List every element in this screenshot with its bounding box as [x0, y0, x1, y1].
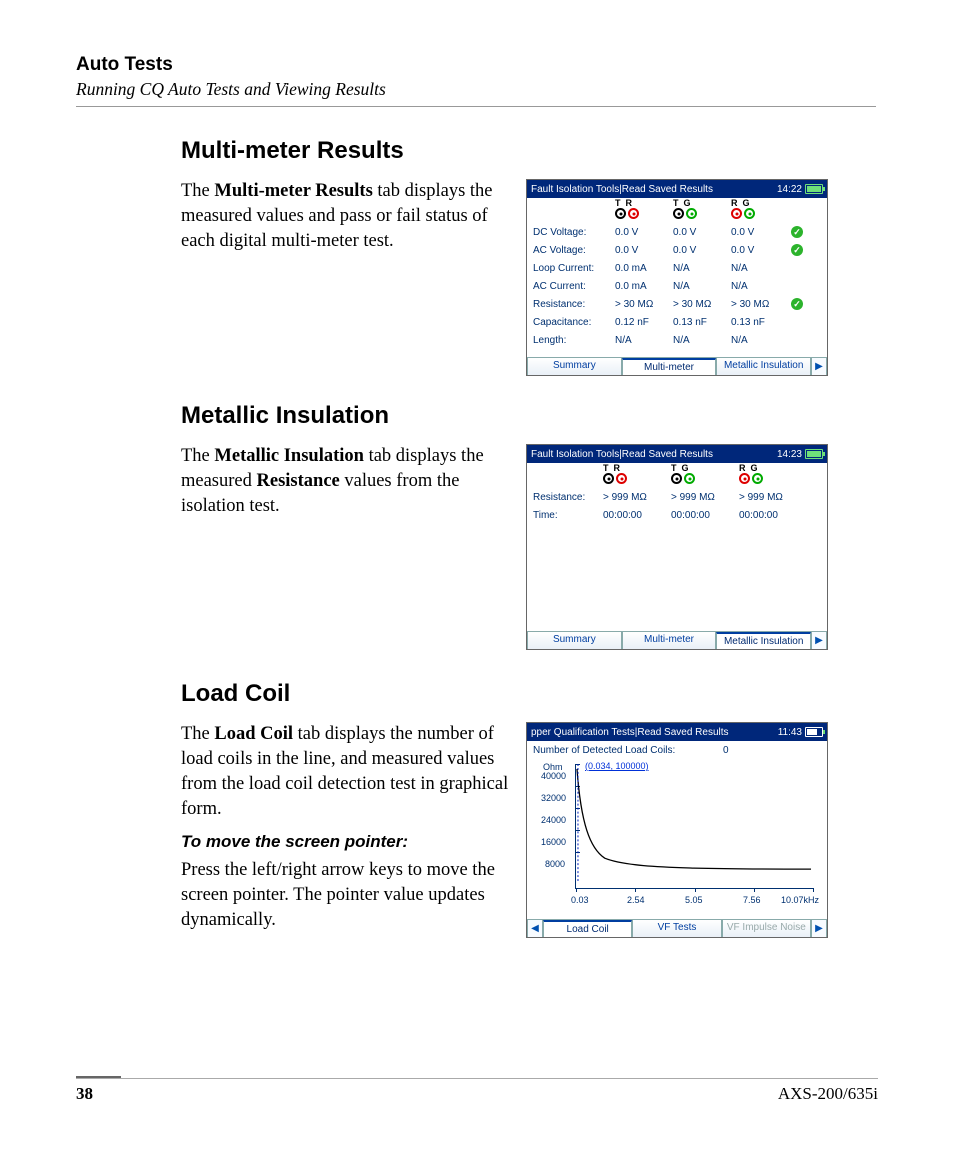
- metallic-screenshot: Fault Isolation Tools|Read Saved Results…: [526, 444, 828, 650]
- device-time: 11:43: [778, 727, 802, 738]
- battery-icon: [805, 449, 823, 459]
- battery-icon: [805, 184, 823, 194]
- tab-next-icon[interactable]: ▶: [811, 358, 827, 375]
- tip-ring-icon: [603, 473, 671, 484]
- tab-summary[interactable]: Summary: [527, 358, 622, 375]
- tab-prev-icon[interactable]: ◀: [527, 920, 543, 937]
- tab-vf-impulse-noise[interactable]: VF Impulse Noise: [722, 920, 811, 937]
- model-number: AXS-200/635i: [778, 1084, 878, 1104]
- tab-load-coil[interactable]: Load Coil: [543, 920, 632, 937]
- tab-summary[interactable]: Summary: [527, 632, 622, 649]
- pass-icon: ✓: [791, 244, 803, 256]
- loadcoil-subhead: To move the screen pointer:: [181, 832, 521, 852]
- tip-ground-icon: [671, 473, 739, 484]
- section-title-multimeter: Multi-meter Results: [181, 137, 881, 165]
- multimeter-paragraph: The Multi-meter Results tab displays the…: [181, 179, 511, 254]
- tab-next-icon[interactable]: ▶: [811, 632, 827, 649]
- coils-value: 0: [723, 745, 729, 756]
- results-table: DC Voltage:0.0 V0.0 V0.0 V✓ AC Voltage:0…: [533, 223, 821, 349]
- battery-icon: [805, 727, 823, 737]
- ring-ground-icon: [739, 473, 807, 484]
- loadcoil-chart: Ohm 40000 32000 24000 16000 8000: [535, 759, 819, 909]
- subchapter-title: Running CQ Auto Tests and Viewing Result…: [76, 79, 876, 100]
- metallic-paragraph: The Metallic Insulation tab displays the…: [181, 444, 511, 519]
- page-number: 38: [76, 1084, 93, 1104]
- tab-multimeter[interactable]: Multi-meter: [622, 632, 717, 649]
- pass-icon: ✓: [791, 298, 803, 310]
- ring-ground-icon: [731, 208, 789, 219]
- loadcoil-paragraph-2: Press the left/right arrow keys to move …: [181, 858, 511, 933]
- device-time: 14:22: [777, 184, 802, 195]
- device-title: Fault Isolation Tools|Read Saved Results: [531, 184, 777, 195]
- chart-curve: [575, 764, 813, 883]
- device-time: 14:23: [777, 449, 802, 460]
- tab-metallic-insulation[interactable]: Metallic Insulation: [716, 358, 811, 375]
- loadcoil-paragraph: The Load Coil tab displays the number of…: [181, 722, 511, 822]
- chapter-title: Auto Tests: [76, 54, 876, 76]
- tab-metallic-insulation[interactable]: Metallic Insulation: [716, 632, 811, 649]
- device-title: Fault Isolation Tools|Read Saved Results: [531, 449, 777, 460]
- footer-divider: [76, 1078, 878, 1079]
- loadcoil-screenshot: pper Qualification Tests|Read Saved Resu…: [526, 722, 828, 938]
- tip-ground-icon: [673, 208, 731, 219]
- tab-next-icon[interactable]: ▶: [811, 920, 827, 937]
- pass-icon: ✓: [791, 226, 803, 238]
- tab-vf-tests[interactable]: VF Tests: [632, 920, 721, 937]
- multimeter-screenshot: Fault Isolation Tools|Read Saved Results…: [526, 179, 828, 376]
- header-divider: [76, 106, 876, 107]
- tip-ring-icon: [615, 208, 673, 219]
- tab-multimeter[interactable]: Multi-meter: [622, 358, 717, 375]
- coils-label: Number of Detected Load Coils:: [533, 745, 723, 756]
- section-title-loadcoil: Load Coil: [181, 680, 881, 708]
- section-title-metallic: Metallic Insulation: [181, 402, 881, 430]
- results-table: Resistance:> 999 MΩ> 999 MΩ> 999 MΩ Time…: [533, 488, 821, 524]
- device-title: pper Qualification Tests|Read Saved Resu…: [531, 727, 778, 738]
